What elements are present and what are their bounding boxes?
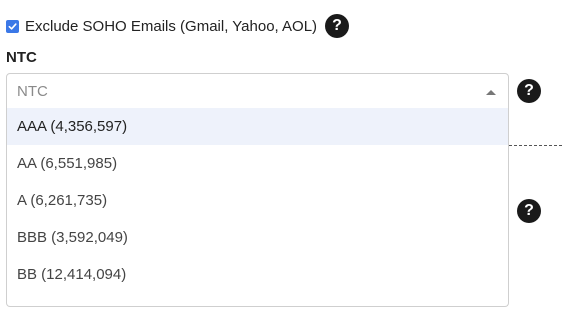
caret-up-icon[interactable] bbox=[486, 90, 496, 95]
exclude-soho-row: Exclude SOHO Emails (Gmail, Yahoo, AOL) … bbox=[6, 13, 350, 39]
lower-help-icon[interactable]: ? bbox=[517, 199, 541, 223]
ntc-select[interactable]: NTC bbox=[6, 73, 509, 109]
ntc-option-aaa[interactable]: AAA (4,356,597) bbox=[7, 108, 508, 145]
ntc-dropdown-menu: AAA (4,356,597) AA (6,551,985) A (6,261,… bbox=[6, 108, 509, 307]
ntc-field-label: NTC bbox=[6, 49, 37, 66]
ntc-option-bb[interactable]: BB (12,414,094) bbox=[7, 256, 508, 293]
ntc-option-bbb[interactable]: BBB (3,592,049) bbox=[7, 219, 508, 256]
section-divider bbox=[509, 145, 562, 146]
exclude-soho-label[interactable]: Exclude SOHO Emails (Gmail, Yahoo, AOL) bbox=[25, 18, 317, 35]
question-circle-icon[interactable]: ? bbox=[325, 14, 350, 38]
ntc-option-aa[interactable]: AA (6,551,985) bbox=[7, 145, 508, 182]
exclude-soho-checkbox[interactable] bbox=[6, 19, 19, 33]
ntc-option-a[interactable]: A (6,261,735) bbox=[7, 182, 508, 219]
ntc-help-icon[interactable]: ? bbox=[517, 79, 541, 103]
check-icon bbox=[8, 22, 17, 30]
ntc-select-placeholder: NTC bbox=[17, 82, 48, 100]
